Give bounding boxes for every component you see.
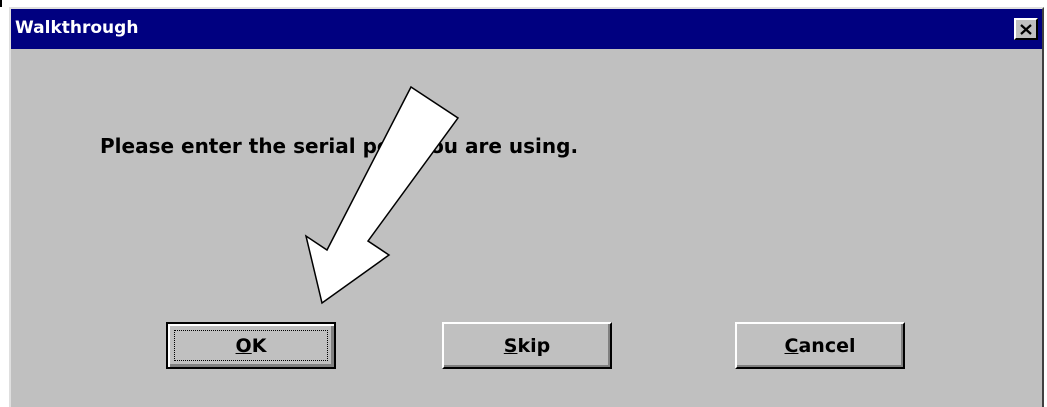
walkthrough-dialog: Walkthrough Please enter the serial port… [9,7,1044,407]
close-icon [1020,23,1032,35]
ok-button[interactable]: OK [166,322,336,369]
ok-label: OK [236,335,267,357]
skip-label-rest: kip [517,334,551,357]
close-button[interactable] [1014,18,1038,40]
skip-mnemonic: S [503,334,518,357]
ok-label-rest: K [251,334,267,357]
skip-label: Skip [504,335,550,357]
window-title: Walkthrough [15,18,139,38]
title-bar[interactable]: Walkthrough [11,9,1042,49]
cancel-label-rest: ancel [798,334,856,357]
cancel-button[interactable]: Cancel [735,322,905,369]
window-edge-mark [0,0,2,7]
skip-button[interactable]: Skip [442,322,612,369]
cancel-label: Cancel [785,335,856,357]
instruction-message: Please enter the serial port you are usi… [100,134,579,158]
cancel-mnemonic: C [784,334,799,357]
ok-mnemonic: O [235,334,252,357]
